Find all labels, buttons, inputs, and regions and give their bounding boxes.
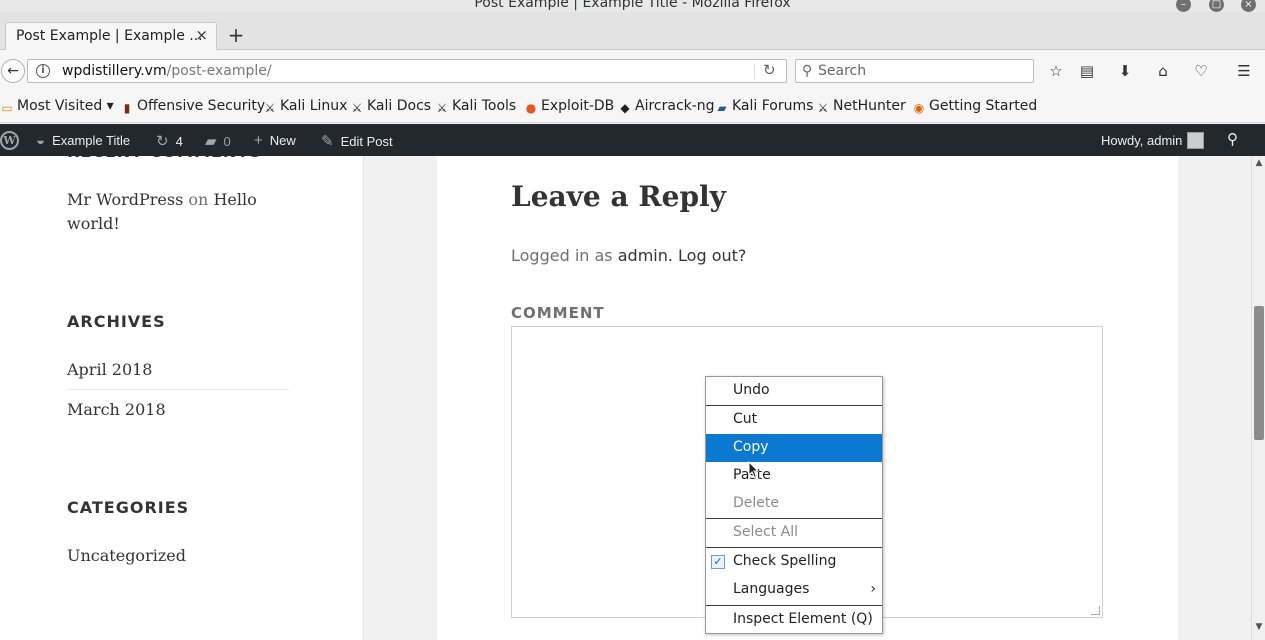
browser-window: Post Example | Example Title - Mozilla F… xyxy=(0,0,1265,640)
scroll-up-icon[interactable]: ▲ xyxy=(1252,158,1265,168)
logout-link[interactable]: Log out? xyxy=(678,246,746,265)
navigation-toolbar: ← i wpdistillery.vm/post-example/ ↻ ⚲ ☆ … xyxy=(0,50,1265,92)
menu-item-paste[interactable]: Paste xyxy=(706,462,882,490)
context-menu: Undo Cut Copy Paste Delete Select All ✓ C… xyxy=(705,376,883,634)
bookmark-kali-forums[interactable]: ▰ Kali Forums xyxy=(715,98,813,115)
admin-bar-account[interactable]: Howdy, admin xyxy=(1101,132,1205,149)
logged-in-as: Logged in as admin. Log out? xyxy=(511,246,747,265)
url-divider xyxy=(754,63,755,79)
url-text: wpdistillery.vm/post-example/ xyxy=(62,63,272,79)
folder-icon: ▭ xyxy=(1,101,13,115)
kali-icon: ⚔ xyxy=(817,101,829,115)
bookmark-kali-tools[interactable]: ⚔ Kali Tools xyxy=(435,98,517,115)
scrollbar-thumb[interactable] xyxy=(1254,306,1264,440)
bookmark-aircrack-ng[interactable]: ◆ Aircrack-ng xyxy=(618,98,714,115)
info-icon[interactable]: i xyxy=(36,64,50,78)
pencil-icon: ✎ xyxy=(321,133,334,150)
kali-icon: ⚔ xyxy=(351,101,363,115)
bookmark-kali-linux[interactable]: ⚔ Kali Linux xyxy=(263,98,348,115)
comment-bubble-icon: ▰ xyxy=(205,133,217,150)
menu-item-languages[interactable]: Languages › xyxy=(706,576,882,604)
close-tab-icon[interactable]: × xyxy=(195,26,208,44)
back-icon[interactable]: ← xyxy=(1,59,25,83)
archives-title: ARCHIVES xyxy=(67,312,166,331)
submenu-arrow-icon: › xyxy=(870,581,876,597)
wordpress-logo-icon[interactable]: W xyxy=(0,131,19,150)
archive-link-march-2018[interactable]: March 2018 xyxy=(67,398,166,422)
bookmark-exploit-db[interactable]: ● Exploit-DB xyxy=(524,98,615,115)
menu-item-check-spelling[interactable]: ✓ Check Spelling xyxy=(706,548,882,576)
tab-strip: Post Example | Example ... × + xyxy=(0,12,1265,51)
reload-icon[interactable]: ↻ xyxy=(763,61,776,79)
bookmarks-toolbar: ▭ Most Visited ▾ ▮ Offensive Security ⚔ Kal… xyxy=(0,92,1265,123)
window-title: Post Example | Example Title - Mozilla F… xyxy=(474,0,791,11)
updates-icon: ↻ xyxy=(156,133,169,150)
reading-list-icon[interactable]: ▤ xyxy=(1077,61,1097,81)
kali-forums-icon: ▰ xyxy=(717,101,727,115)
menu-item-cut[interactable]: Cut xyxy=(706,406,882,434)
offsec-icon: ▮ xyxy=(123,101,131,115)
mouse-pointer-icon xyxy=(748,461,760,479)
admin-bar-new[interactable]: + New xyxy=(254,132,296,149)
new-tab-icon[interactable]: + xyxy=(226,23,246,47)
category-link-uncategorized[interactable]: Uncategorized xyxy=(67,544,186,568)
page-content: RECENT COMMENTS Mr WordPress on Hello wo… xyxy=(0,156,1251,640)
admin-search-icon[interactable]: ⚲ xyxy=(1227,130,1238,148)
recent-comments-title-clipped: RECENT COMMENTS xyxy=(67,156,262,161)
bookmark-most-visited[interactable]: ▭ Most Visited ▾ xyxy=(0,98,113,115)
dashboard-icon: ◒ xyxy=(36,132,46,149)
bookmark-offensive-security[interactable]: ▮ Offensive Security xyxy=(120,98,266,115)
menu-item-undo[interactable]: Undo xyxy=(706,377,882,405)
wp-admin-bar: W ◒ Example Title ↻ 4 ▰ 0 + New ✎ Edit Post H… xyxy=(0,124,1265,156)
bookmark-nethunter[interactable]: ⚔ NetHunter xyxy=(816,98,906,115)
sidebar: RECENT COMMENTS Mr WordPress on Hello wo… xyxy=(0,156,364,640)
search-bar[interactable]: ⚲ xyxy=(795,59,1034,83)
kali-icon: ⚔ xyxy=(436,101,448,115)
categories-title: CATEGORIES xyxy=(67,498,190,517)
menu-item-delete[interactable]: Delete xyxy=(706,490,882,518)
avatar xyxy=(1187,132,1205,149)
page-scrollbar[interactable]: ▲ ▼ xyxy=(1251,156,1265,640)
tab-post-example[interactable]: Post Example | Example ... × xyxy=(5,22,217,51)
url-bar[interactable]: i wpdistillery.vm/post-example/ ↻ xyxy=(27,59,787,83)
checkmark-icon: ✓ xyxy=(711,555,725,569)
bookmark-kali-docs[interactable]: ⚔ Kali Docs xyxy=(350,98,431,115)
menu-item-select-all[interactable]: Select All xyxy=(706,519,882,547)
scroll-down-icon[interactable]: ▼ xyxy=(1252,622,1265,632)
comment-author-link[interactable]: Mr WordPress xyxy=(67,190,183,209)
menu-icon[interactable]: ☰ xyxy=(1234,61,1254,81)
reply-title: Leave a Reply xyxy=(511,180,726,213)
search-icon: ⚲ xyxy=(802,63,813,79)
tab-label: Post Example | Example ... xyxy=(16,28,203,44)
profile-link[interactable]: admin. xyxy=(618,246,673,265)
bookmark-getting-started[interactable]: ◉ Getting Started xyxy=(912,98,1038,115)
home-icon[interactable]: ⌂ xyxy=(1153,61,1173,81)
plus-icon: + xyxy=(254,132,263,149)
recent-comment-item: Mr WordPress on Hello world! xyxy=(67,190,257,233)
comment-label: COMMENT xyxy=(511,304,605,322)
archive-divider xyxy=(67,389,289,390)
menu-item-copy[interactable]: Copy xyxy=(706,434,882,462)
aircrack-icon: ◆ xyxy=(620,101,630,115)
pocket-icon[interactable]: ♡ xyxy=(1191,61,1211,81)
archive-link-april-2018[interactable]: April 2018 xyxy=(67,358,152,382)
admin-bar-comments[interactable]: ▰ 0 xyxy=(205,132,231,150)
admin-bar-updates[interactable]: ↻ 4 xyxy=(156,132,183,150)
window-titlebar: Post Example | Example Title - Mozilla F… xyxy=(0,0,1265,12)
exploitdb-icon: ● xyxy=(525,101,537,115)
bookmark-star-icon[interactable]: ☆ xyxy=(1046,61,1066,81)
admin-bar-edit-post[interactable]: ✎ Edit Post xyxy=(321,132,393,150)
kali-icon: ⚔ xyxy=(264,101,276,115)
menu-item-inspect-element[interactable]: Inspect Element (Q) xyxy=(706,606,882,634)
firefox-icon: ◉ xyxy=(913,101,925,115)
admin-bar-site[interactable]: ◒ Example Title xyxy=(36,132,130,149)
search-input[interactable] xyxy=(818,62,1018,80)
downloads-icon[interactable]: ⬇ xyxy=(1115,61,1135,81)
resize-handle-icon[interactable] xyxy=(1091,606,1100,615)
